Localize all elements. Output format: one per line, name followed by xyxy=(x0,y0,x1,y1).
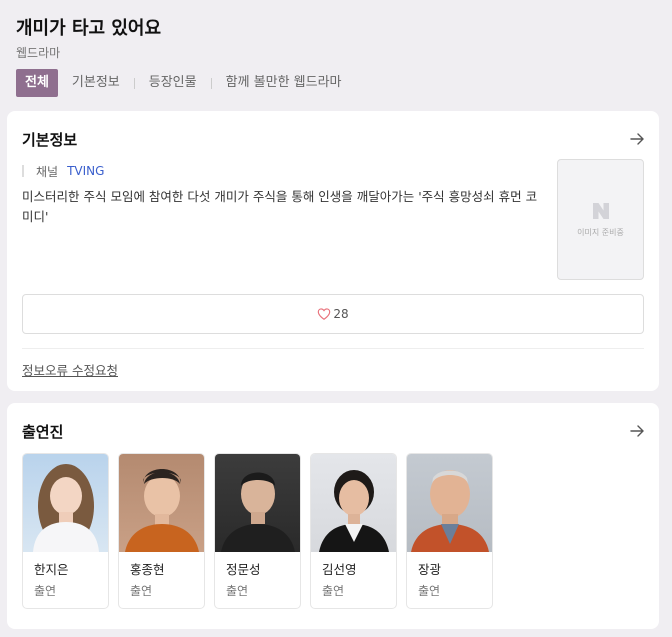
row-bar xyxy=(22,165,24,177)
basic-info-card: 기본정보 채널 TVING 미스터리한 주식 모임에 참여한 다섯 개미가 주식… xyxy=(7,111,659,391)
tab-characters[interactable]: 등장인물 xyxy=(143,69,203,97)
cast-photo xyxy=(23,454,108,552)
cast-member[interactable]: 한지은 출연 xyxy=(22,453,109,609)
heart-icon xyxy=(318,308,331,320)
cast-name: 김선영 xyxy=(322,562,357,577)
synopsis: 미스터리한 주식 모임에 참여한 다섯 개미가 주식을 통해 인생을 깨달아가는… xyxy=(22,189,538,224)
cast-name: 정문성 xyxy=(226,562,261,577)
cast-photo xyxy=(407,454,492,552)
like-count: 28 xyxy=(333,307,349,321)
cast-role: 출연 xyxy=(322,584,345,598)
cast-name: 한지은 xyxy=(34,562,69,577)
tab-divider xyxy=(210,77,212,89)
cast-role: 출연 xyxy=(418,584,441,598)
poster-placeholder: 이미지 준비중 xyxy=(557,159,644,280)
cast-title: 출연진 xyxy=(22,422,64,441)
cast-role: 출연 xyxy=(34,584,57,598)
cast-photo xyxy=(215,454,300,552)
channel-link[interactable]: TVING xyxy=(67,164,104,178)
channel-label: 채널 xyxy=(36,164,59,179)
page-header: 개미가 타고 있어요 웹드라마 전체 기본정보 등장인물 함께 볼만한 웹드라마 xyxy=(16,16,656,97)
cast-photo xyxy=(311,454,396,552)
tab-all[interactable]: 전체 xyxy=(16,69,58,97)
page-subtitle: 웹드라마 xyxy=(16,46,61,60)
tab-bar: 전체 기본정보 등장인물 함께 볼만한 웹드라마 xyxy=(16,69,656,97)
divider xyxy=(22,348,644,349)
tab-related-dramas[interactable]: 함께 볼만한 웹드라마 xyxy=(220,69,348,97)
cast-name: 홍종현 xyxy=(130,562,165,577)
naver-logo-icon xyxy=(592,203,609,219)
cast-member[interactable]: 정문성 출연 xyxy=(214,453,301,609)
arrow-right-icon[interactable] xyxy=(629,131,645,147)
tab-basic-info[interactable]: 기본정보 xyxy=(58,69,126,97)
cast-card: 출연진 한지은 출연 홍종현 출연 정문성 출연 김선영 출연 장광 출연 xyxy=(7,403,659,629)
basic-info-title: 기본정보 xyxy=(22,130,78,149)
cast-member[interactable]: 장광 출연 xyxy=(406,453,493,609)
poster-placeholder-text: 이미지 준비중 xyxy=(577,228,624,237)
like-button[interactable]: 28 xyxy=(22,294,644,334)
cast-role: 출연 xyxy=(130,584,153,598)
arrow-right-icon[interactable] xyxy=(629,423,645,439)
basic-info-header[interactable]: 기본정보 xyxy=(22,128,645,150)
cast-member[interactable]: 홍종현 출연 xyxy=(118,453,205,609)
cast-name: 장광 xyxy=(418,562,442,577)
cast-header[interactable]: 출연진 xyxy=(22,420,645,442)
cast-photo xyxy=(119,454,204,552)
cast-list: 한지은 출연 홍종현 출연 정문성 출연 김선영 출연 장광 출연 xyxy=(22,453,502,609)
report-error-link[interactable]: 정보오류 수정요청 xyxy=(22,360,118,379)
tab-divider xyxy=(133,77,135,89)
cast-member[interactable]: 김선영 출연 xyxy=(310,453,397,609)
channel-row: 채널 TVING xyxy=(22,162,104,180)
page-title: 개미가 타고 있어요 xyxy=(16,18,162,39)
cast-role: 출연 xyxy=(226,584,249,598)
